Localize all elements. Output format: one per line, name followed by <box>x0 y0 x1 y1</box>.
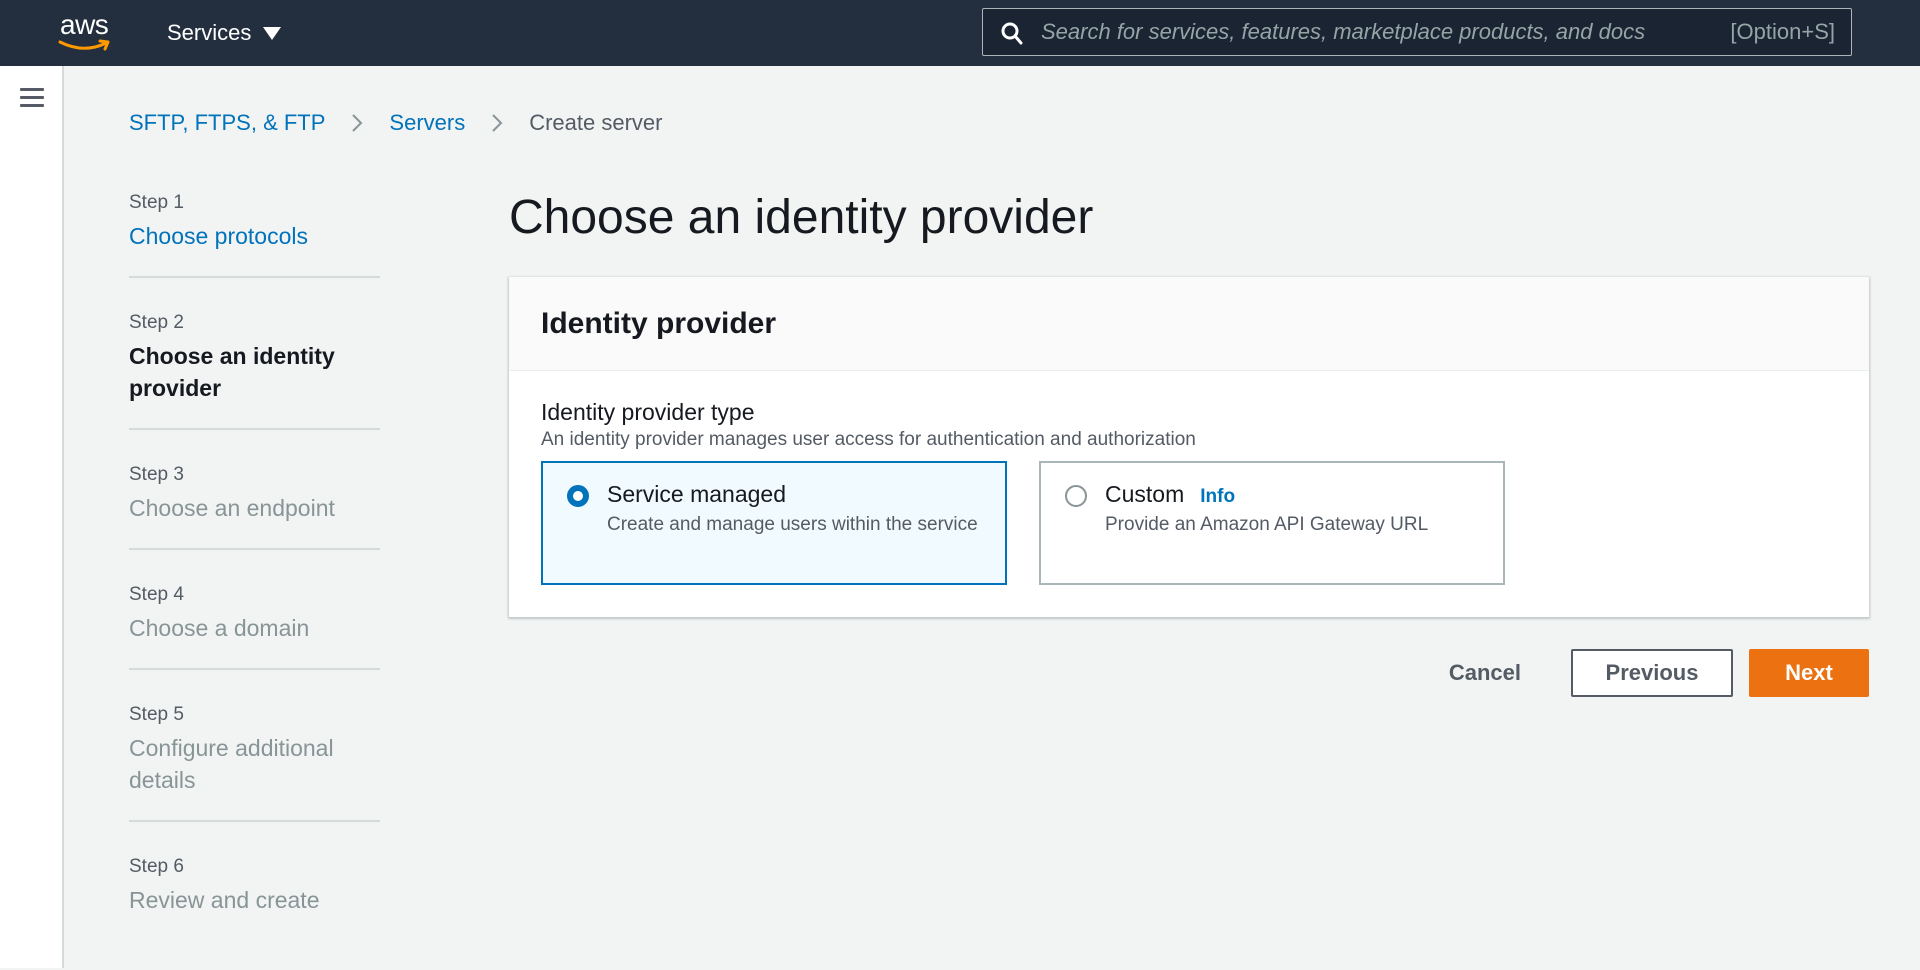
side-navigation-rail <box>0 66 64 968</box>
services-menu-button[interactable]: Services <box>167 18 282 48</box>
step-2: Step 2 Choose an identity provider <box>129 308 380 430</box>
step-3: Step 3 Choose an endpoint <box>129 460 380 550</box>
wizard-steps: Step 1 Choose protocols Step 2 Choose an… <box>129 188 380 970</box>
aws-logo-text: aws <box>60 9 109 40</box>
chevron-right-icon <box>352 114 363 132</box>
tile-title: Service managed <box>607 481 786 508</box>
identity-provider-tiles: Service managed Create and manage users … <box>541 461 1837 585</box>
search-icon <box>1001 21 1023 45</box>
tile-description: Provide an Amazon API Gateway URL <box>1105 514 1429 535</box>
step-number: Step 4 <box>129 584 184 605</box>
step-label-configure-details: Configure additional details <box>129 735 334 793</box>
field-description: An identity provider manages user access… <box>541 429 1196 450</box>
step-number: Step 1 <box>129 192 184 213</box>
container-header: Identity provider <box>509 277 1869 371</box>
breadcrumb-link-servers[interactable]: Servers <box>389 110 465 136</box>
field-label: Identity provider type <box>541 399 755 425</box>
step-label-choose-domain: Choose a domain <box>129 615 310 641</box>
search-bar[interactable]: [Option+S] <box>982 8 1852 56</box>
step-number: Step 5 <box>129 704 184 725</box>
step-6: Step 6 Review and create <box>129 852 380 940</box>
search-input[interactable] <box>1039 18 1731 46</box>
top-navigation-bar: aws Services [Option+S] <box>0 0 1920 66</box>
step-1: Step 1 Choose protocols <box>129 188 380 278</box>
radio-service-managed[interactable] <box>567 485 589 507</box>
search-shortcut-hint: [Option+S] <box>1730 19 1835 44</box>
page-title: Choose an identity provider <box>509 191 1094 244</box>
tile-service-managed[interactable]: Service managed Create and manage users … <box>541 461 1007 585</box>
step-5: Step 5 Configure additional details <box>129 700 380 822</box>
radio-custom[interactable] <box>1065 485 1087 507</box>
step-label-current: Choose an identity provider <box>129 343 335 401</box>
info-link[interactable]: Info <box>1200 486 1235 508</box>
breadcrumb-current: Create server <box>529 110 663 135</box>
container-body: Identity provider type An identity provi… <box>509 371 1869 585</box>
tile-title-text: Custom <box>1105 481 1185 507</box>
tile-description: Create and manage users within the servi… <box>607 514 978 535</box>
services-label: Services <box>167 20 252 45</box>
tile-title: Custom Info <box>1105 481 1235 508</box>
caret-down-icon <box>263 26 282 40</box>
step-number: Step 2 <box>129 312 184 333</box>
tile-custom[interactable]: Custom Info Provide an Amazon API Gatewa… <box>1039 461 1505 585</box>
hamburger-menu-icon[interactable] <box>20 88 44 108</box>
tile-title-text: Service managed <box>607 481 786 507</box>
step-label-review-create: Review and create <box>129 887 320 913</box>
cancel-button[interactable]: Cancel <box>1429 649 1541 697</box>
next-button[interactable]: Next <box>1749 649 1869 697</box>
step-link-choose-protocols[interactable]: Choose protocols <box>129 220 380 252</box>
previous-button[interactable]: Previous <box>1571 649 1733 697</box>
wizard-actions: Cancel Previous Next <box>1429 649 1869 697</box>
identity-provider-container: Identity provider Identity provider type… <box>509 277 1869 617</box>
step-number: Step 6 <box>129 856 184 877</box>
step-number: Step 3 <box>129 464 184 485</box>
aws-logo[interactable]: aws <box>58 10 114 54</box>
breadcrumb: SFTP, FTPS, & FTP Servers Create server <box>129 106 662 140</box>
container-title: Identity provider <box>541 306 777 340</box>
step-4: Step 4 Choose a domain <box>129 580 380 670</box>
breadcrumb-link-sftp[interactable]: SFTP, FTPS, & FTP <box>129 110 325 136</box>
aws-smile-icon <box>58 39 110 51</box>
step-label-choose-endpoint: Choose an endpoint <box>129 495 335 521</box>
chevron-right-icon <box>492 114 503 132</box>
